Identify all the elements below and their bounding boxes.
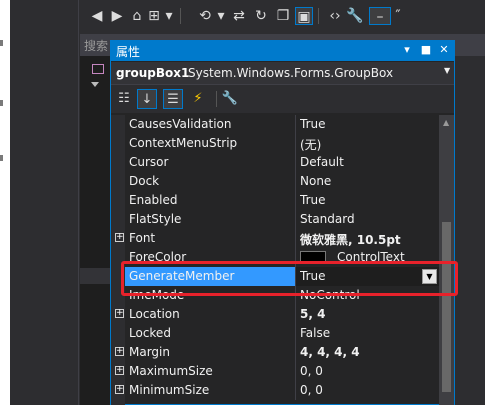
property-row[interactable]: + MaximumSize 0, 0 — [111, 362, 439, 381]
left-edge-mark — [0, 155, 3, 161]
property-row[interactable]: + Font 微软雅黑, 10.5pt — [111, 229, 439, 248]
scroll-up-icon[interactable]: ▲ — [443, 118, 449, 127]
expand-icon[interactable]: + — [115, 309, 124, 318]
property-value[interactable]: False — [300, 326, 438, 340]
pane-divider — [78, 0, 79, 405]
property-name: Enabled — [129, 193, 178, 207]
property-name: Locked — [129, 326, 171, 340]
copy-icon[interactable]: ❐ — [274, 7, 292, 25]
expand-icon[interactable]: + — [115, 233, 124, 242]
column-divider — [295, 153, 296, 172]
alphabetical-icon[interactable]: ↓ — [137, 89, 157, 109]
property-row[interactable]: + MinimumSize 0, 0 — [111, 381, 439, 400]
object-name: groupBox1 — [116, 66, 190, 80]
maximize-icon[interactable]: ■ — [419, 42, 433, 58]
scrollbar-thumb[interactable] — [442, 222, 451, 392]
property-name: MaximumSize — [129, 364, 213, 378]
property-value[interactable]: (无) — [300, 136, 438, 153]
right-pane-background — [455, 56, 485, 405]
left-edge-mark — [0, 40, 3, 46]
dropdown-icon[interactable]: ▾ — [212, 7, 230, 25]
column-divider — [295, 191, 296, 210]
property-name: Font — [129, 231, 156, 245]
property-name: Location — [129, 307, 180, 321]
property-value[interactable]: 微软雅黑, 10.5pt — [300, 231, 438, 248]
property-row[interactable]: Enabled True — [111, 191, 439, 210]
highlight-annotation-box — [121, 261, 458, 296]
left-edge-mark — [0, 100, 3, 106]
property-name: MinimumSize — [129, 383, 210, 397]
property-value[interactable]: True — [300, 193, 438, 207]
collapse-arrow-icon[interactable] — [91, 82, 99, 87]
property-name: Margin — [129, 345, 170, 359]
toolbar-separator — [180, 8, 181, 24]
column-divider — [295, 324, 296, 343]
property-value[interactable]: Default — [300, 155, 438, 169]
ide-background — [10, 0, 80, 405]
properties-title: 属性 — [116, 45, 141, 59]
property-value[interactable]: 5, 4 — [300, 307, 438, 321]
property-row[interactable]: + Margin 4, 4, 4, 4 — [111, 343, 439, 362]
refresh-icon[interactable]: ↻ — [252, 7, 270, 25]
property-name: ContextMenuStrip — [129, 136, 238, 150]
properties-icon[interactable]: ☰ — [163, 89, 183, 109]
column-divider — [295, 210, 296, 229]
column-divider — [295, 115, 296, 134]
expand-icon[interactable]: + — [115, 385, 124, 394]
left-window-edge — [0, 0, 10, 405]
cs-file-icon — [92, 64, 104, 74]
toolbar-separator — [318, 8, 319, 24]
column-divider — [295, 381, 296, 400]
property-grid: CausesValidation True ContextMenuStrip (无) C… — [111, 115, 439, 405]
property-row[interactable]: Cursor Default — [111, 153, 439, 172]
back-circle-icon[interactable]: ◀ — [88, 7, 106, 25]
column-divider — [295, 305, 296, 324]
overflow-icon[interactable]: ″ — [394, 7, 402, 25]
column-divider — [295, 172, 296, 191]
column-divider — [295, 362, 296, 381]
property-row[interactable]: FlatStyle Standard — [111, 210, 439, 229]
expand-icon[interactable]: + — [115, 366, 124, 375]
forward-circle-icon[interactable]: ▶ — [108, 7, 126, 25]
property-row[interactable]: CausesValidation True — [111, 115, 439, 134]
property-pages-icon[interactable]: 🔧 — [220, 89, 240, 109]
property-value[interactable]: None — [300, 174, 438, 188]
property-row[interactable]: ContextMenuStrip (无) — [111, 134, 439, 153]
property-row[interactable]: Dock None — [111, 172, 439, 191]
property-name: CausesValidation — [129, 117, 232, 131]
search-input[interactable]: 搜索 — [84, 37, 108, 54]
wrench-icon[interactable]: 🔧 — [346, 7, 364, 25]
property-row[interactable]: + Location 5, 4 — [111, 305, 439, 324]
property-value[interactable]: Standard — [300, 212, 438, 226]
column-divider — [295, 343, 296, 362]
property-name: Cursor — [129, 155, 169, 169]
expand-icon[interactable]: + — [115, 347, 124, 356]
property-value[interactable]: 0, 0 — [300, 364, 438, 378]
dropdown-icon[interactable]: ▾ — [160, 7, 178, 25]
close-icon[interactable]: ✕ — [437, 42, 451, 58]
chevron-down-icon[interactable]: ▼ — [444, 66, 450, 75]
property-row[interactable]: Locked False — [111, 324, 439, 343]
code-editor — [80, 56, 110, 405]
object-type: System.Windows.Forms.GroupBox — [188, 66, 394, 80]
property-name: FlatStyle — [129, 212, 182, 226]
column-divider — [295, 229, 296, 248]
show-all-files-icon[interactable]: ▣ — [295, 7, 313, 25]
toolbar-separator — [216, 91, 217, 107]
property-value[interactable]: 0, 0 — [300, 383, 438, 397]
column-divider — [295, 134, 296, 153]
code-icon[interactable]: ‹› — [326, 7, 344, 25]
categorized-icon[interactable]: ☷ — [114, 89, 134, 109]
property-value[interactable]: True — [300, 117, 438, 131]
events-icon[interactable]: ⚡ — [188, 89, 208, 109]
sync-icon[interactable]: ⇄ — [230, 7, 248, 25]
property-value[interactable]: 4, 4, 4, 4 — [300, 345, 438, 359]
pin-icon[interactable]: – — [369, 7, 391, 25]
home-icon[interactable]: ⌂ — [128, 7, 146, 25]
current-line-highlight — [80, 268, 110, 284]
window-position-icon[interactable]: ▾ — [400, 42, 414, 58]
property-name: Dock — [129, 174, 160, 188]
